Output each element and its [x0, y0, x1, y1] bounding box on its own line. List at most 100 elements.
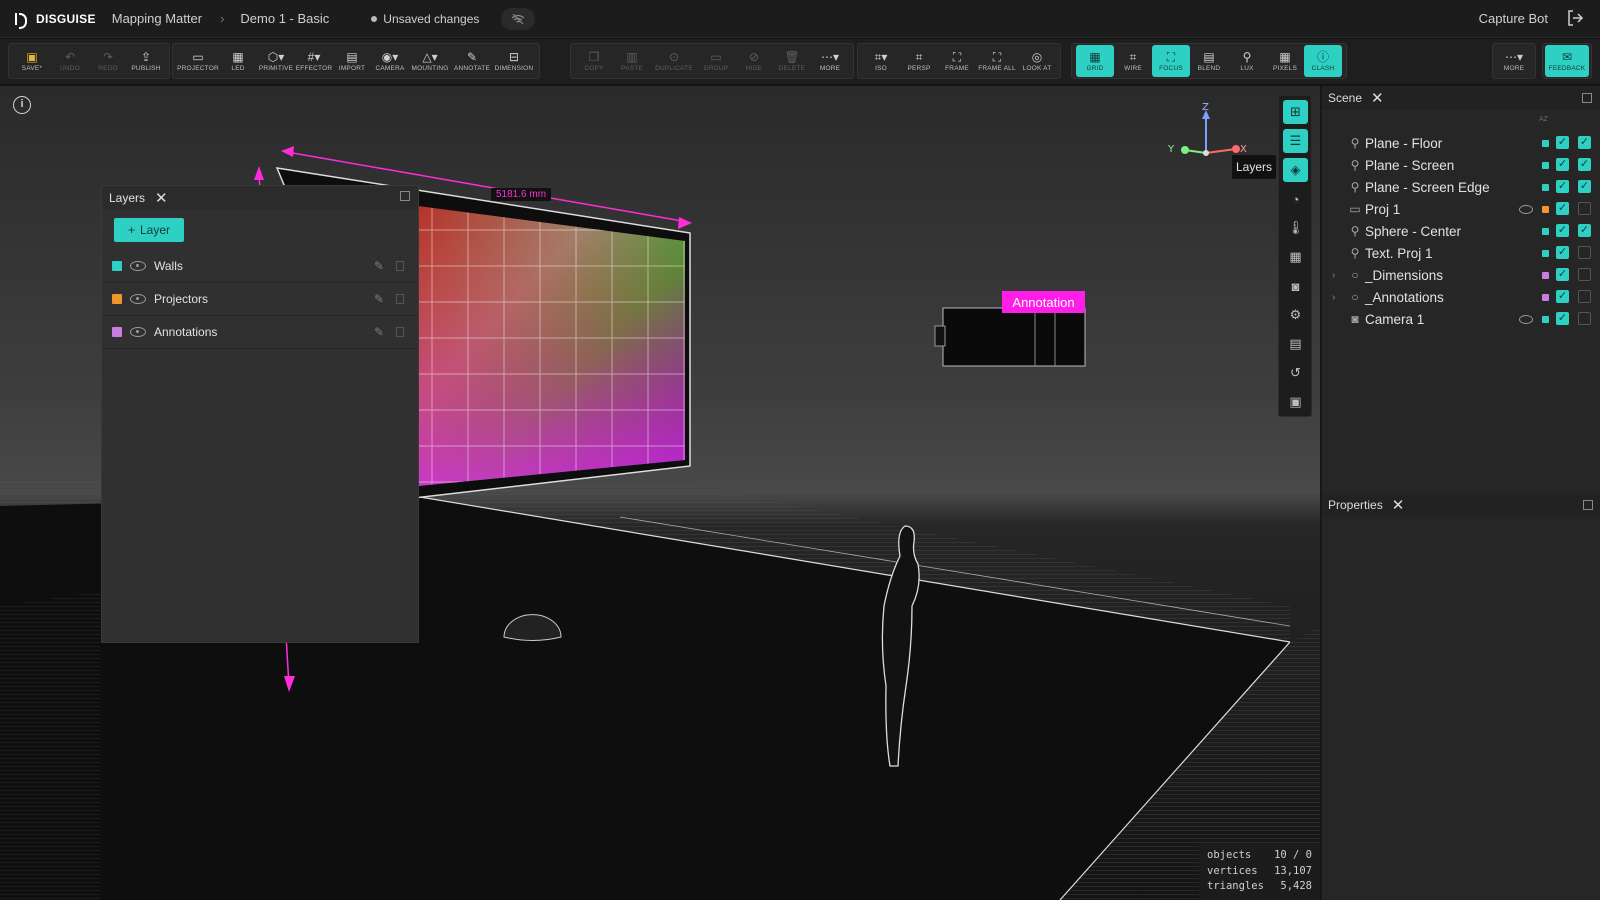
lock-checkbox[interactable]	[1578, 246, 1591, 259]
scene-item[interactable]: ⚲ Plane - Screen Edge ✓ ✓	[1322, 176, 1600, 198]
publish-button[interactable]: ⇪ PUBLISH	[127, 45, 165, 77]
lock-checkbox[interactable]	[1578, 290, 1591, 303]
dimension-button[interactable]: ⊟ DIMENSION	[493, 45, 535, 77]
rail-camera-button[interactable]: ◙	[1283, 274, 1308, 298]
visible-checkbox[interactable]: ✓	[1556, 180, 1569, 193]
logout-button[interactable]	[1566, 9, 1584, 27]
persp-button[interactable]: ⌗ PERSP	[900, 45, 938, 77]
pencil-icon[interactable]: ✎	[374, 325, 384, 339]
chevron-right-icon[interactable]: ›	[1332, 292, 1335, 303]
lock-checkbox[interactable]	[1578, 268, 1591, 281]
rail-image-button[interactable]: ▣	[1283, 390, 1308, 414]
eye-icon[interactable]	[130, 294, 146, 304]
clash-toggle[interactable]: ⓘ CLASH	[1304, 45, 1342, 77]
eye-icon[interactable]	[1519, 204, 1533, 214]
rail-hierarchy-button[interactable]: ⊞	[1283, 100, 1308, 124]
close-icon[interactable]: ✕	[1371, 89, 1384, 107]
copy-button[interactable]: ❐ COPY	[575, 45, 613, 77]
add-layer-button[interactable]: + Layer	[114, 218, 184, 242]
popout-icon[interactable]	[1582, 93, 1592, 103]
scene-item[interactable]: ⚲ Plane - Floor ✓ ✓	[1322, 132, 1600, 154]
visible-checkbox[interactable]: ✓	[1556, 224, 1569, 237]
group-button[interactable]: ▭ GROUP	[697, 45, 735, 77]
scene-item[interactable]: ▭ Proj 1 ✓	[1322, 198, 1600, 220]
hide-button[interactable]: ⊘ HIDE	[735, 45, 773, 77]
pixels-toggle[interactable]: ▦ PIXELS	[1266, 45, 1304, 77]
dimension-label[interactable]: 5181.6 mm	[491, 188, 552, 201]
popout-icon[interactable]	[400, 191, 410, 201]
primitive-button[interactable]: ⬡▾ PRIMITIVE	[257, 45, 295, 77]
lux-toggle[interactable]: ⚲ LUX	[1228, 45, 1266, 77]
edit-more-button[interactable]: ⋯▾ MORE	[811, 45, 849, 77]
scene-item[interactable]: › ○ _Dimensions ✓	[1322, 264, 1600, 286]
rail-properties-button[interactable]: ☰	[1283, 129, 1308, 153]
lock-checkbox[interactable]	[1578, 202, 1591, 215]
focus-toggle[interactable]: ⛶ FOCUS	[1152, 45, 1190, 77]
paste-button[interactable]: ▥ PASTE	[613, 45, 651, 77]
layer-row-projectors[interactable]: Projectors ✎	[102, 283, 418, 316]
grid-toggle[interactable]: ▦ GRID	[1076, 45, 1114, 77]
eye-icon[interactable]	[1519, 314, 1533, 324]
rail-history-button[interactable]: ↺	[1283, 361, 1308, 385]
camera-button[interactable]: ◉▾ CAMERA	[371, 45, 409, 77]
rail-layers-button[interactable]: ◈	[1283, 158, 1308, 182]
sync-button[interactable]	[501, 7, 536, 30]
info-button[interactable]: i	[13, 96, 31, 114]
lock-checkbox[interactable]: ✓	[1578, 136, 1591, 149]
close-icon[interactable]: ✕	[155, 189, 168, 207]
duplicate-button[interactable]: ⊙ DUPLICATE	[651, 45, 697, 77]
user-name[interactable]: Capture Bot	[1479, 11, 1548, 26]
chevron-right-icon[interactable]: ›	[1332, 270, 1335, 281]
visible-checkbox[interactable]: ✓	[1556, 312, 1569, 325]
blend-toggle[interactable]: ▤ BLEND	[1190, 45, 1228, 77]
rail-temperature-button[interactable]: 🌡	[1283, 216, 1308, 240]
undo-button[interactable]: ↶ UNDO	[51, 45, 89, 77]
led-button[interactable]: ▦ LED	[219, 45, 257, 77]
layer-color-swatch[interactable]	[112, 327, 122, 337]
delete-button[interactable]: 🗑 DELETE	[773, 45, 811, 77]
breadcrumb-project[interactable]: Mapping Matter	[112, 11, 202, 26]
scene-item[interactable]: ⚲ Text. Proj 1 ✓	[1322, 242, 1600, 264]
pencil-icon[interactable]: ✎	[374, 259, 384, 273]
rail-compass-button[interactable]: ◔	[1283, 187, 1308, 211]
wire-toggle[interactable]: ⌗ WIRE	[1114, 45, 1152, 77]
save-button[interactable]: ▣ SAVE*	[13, 45, 51, 77]
redo-button[interactable]: ↷ REDO	[89, 45, 127, 77]
lock-checkbox[interactable]: ✓	[1578, 180, 1591, 193]
frame-all-button[interactable]: ⛶ FRAME ALL	[976, 45, 1018, 77]
popout-icon[interactable]	[1583, 500, 1593, 510]
annotation-label[interactable]: Annotation	[1002, 291, 1085, 313]
visible-checkbox[interactable]: ✓	[1556, 246, 1569, 259]
trash-icon[interactable]	[396, 261, 404, 271]
trash-icon[interactable]	[396, 294, 404, 304]
iso-button[interactable]: ⌗▾ ISO	[862, 45, 900, 77]
toolbar-more-button[interactable]: ⋯▾ MORE	[1495, 45, 1533, 77]
trash-icon[interactable]	[396, 327, 404, 337]
layer-row-annotations[interactable]: Annotations ✎	[102, 316, 418, 349]
breadcrumb-document[interactable]: Demo 1 - Basic	[240, 11, 329, 26]
layer-row-walls[interactable]: Walls ✎	[102, 250, 418, 283]
rail-document-button[interactable]: ▤	[1283, 332, 1308, 356]
scene-item[interactable]: ⚲ Sphere - Center ✓ ✓	[1322, 220, 1600, 242]
lock-checkbox[interactable]: ✓	[1578, 224, 1591, 237]
look-at-button[interactable]: ◎ LOOK AT	[1018, 45, 1056, 77]
layer-color-swatch[interactable]	[112, 294, 122, 304]
visible-checkbox[interactable]: ✓	[1556, 202, 1569, 215]
rail-settings-button[interactable]: ⚙	[1283, 303, 1308, 327]
layer-color-swatch[interactable]	[112, 261, 122, 271]
sort-az-button[interactable]: AZ	[1539, 116, 1548, 123]
effector-button[interactable]: #▾ EFFECTOR	[295, 45, 333, 77]
scene-item[interactable]: › ○ _Annotations ✓	[1322, 286, 1600, 308]
lock-checkbox[interactable]: ✓	[1578, 158, 1591, 171]
feedback-button[interactable]: ✉ FEEDBACK	[1545, 45, 1589, 77]
visible-checkbox[interactable]: ✓	[1556, 268, 1569, 281]
app-logo[interactable]: DISGUISE	[14, 12, 96, 29]
visible-checkbox[interactable]: ✓	[1556, 136, 1569, 149]
frame-button[interactable]: ⛶ FRAME	[938, 45, 976, 77]
eye-icon[interactable]	[130, 261, 146, 271]
visible-checkbox[interactable]: ✓	[1556, 290, 1569, 303]
projector-button[interactable]: ▭ PROJECTOR	[177, 45, 219, 77]
pencil-icon[interactable]: ✎	[374, 292, 384, 306]
visible-checkbox[interactable]: ✓	[1556, 158, 1569, 171]
eye-icon[interactable]	[130, 327, 146, 337]
